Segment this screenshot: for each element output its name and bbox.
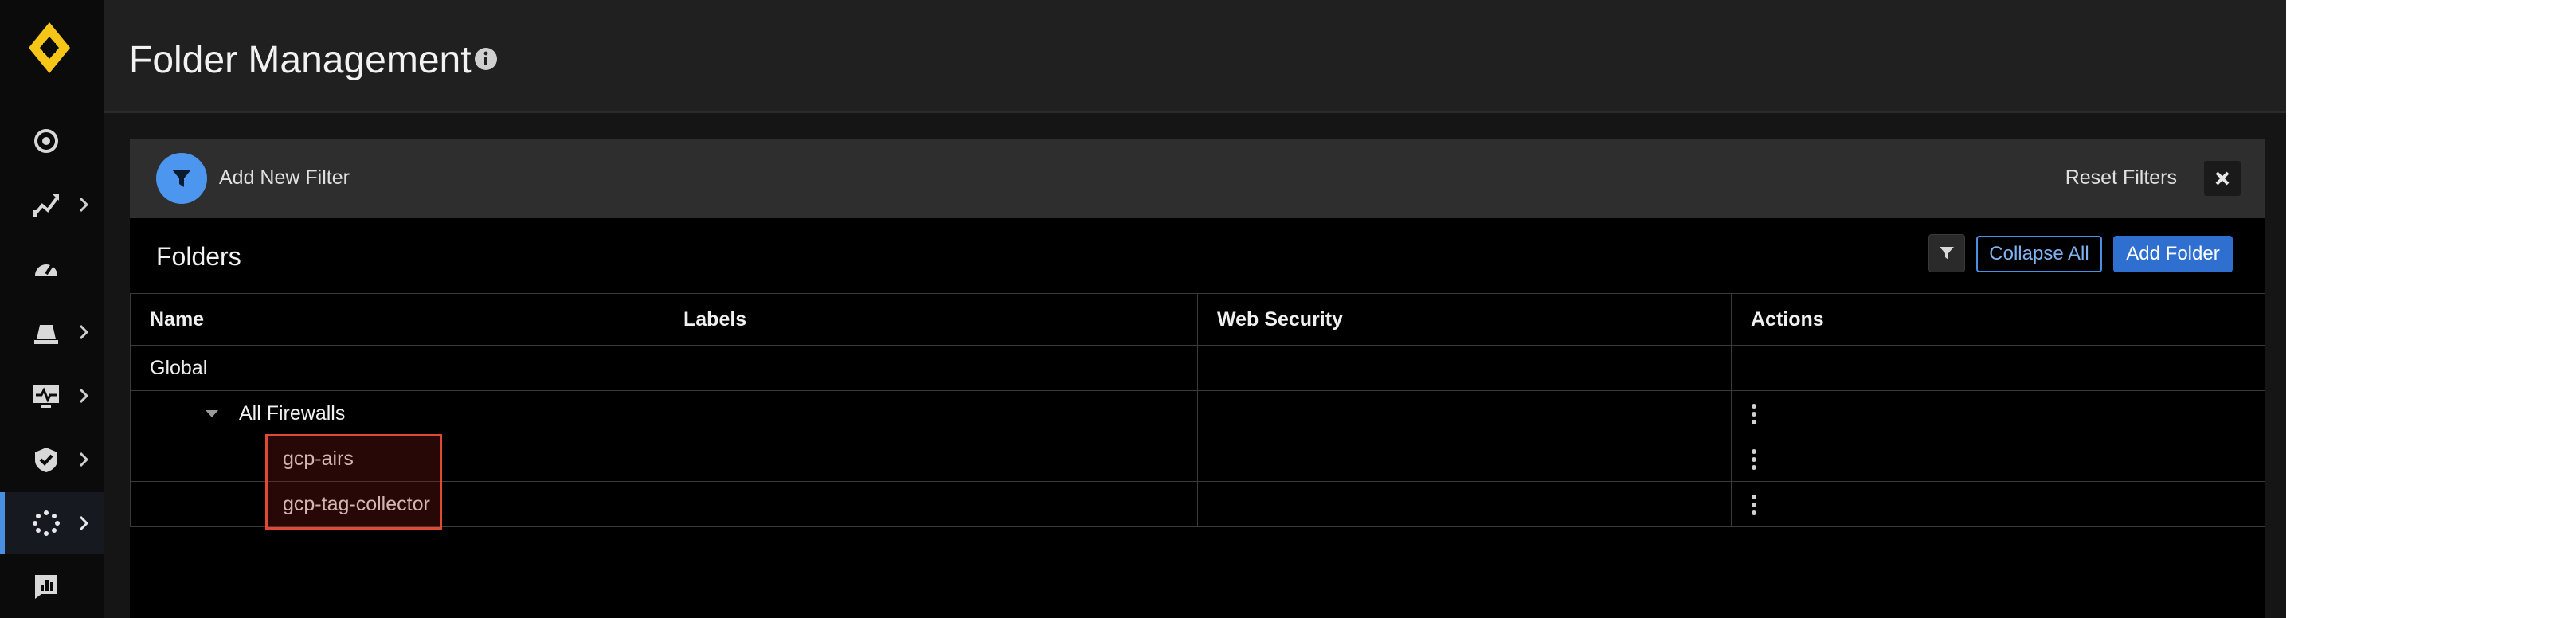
- add-filter-button[interactable]: [156, 153, 207, 204]
- prisma-logo[interactable]: [24, 19, 75, 76]
- nav-item-reports[interactable]: [0, 556, 104, 618]
- dashboard-icon: [35, 263, 57, 276]
- chevron-right-icon: [79, 197, 89, 213]
- nav-item-gauge[interactable]: [0, 237, 104, 299]
- chevron-right-icon: [79, 452, 89, 467]
- labels-cell: [664, 390, 1198, 436]
- settings-icon: [33, 510, 60, 536]
- folders-title: Folders: [156, 242, 241, 271]
- kebab-menu-icon[interactable]: [1751, 448, 1757, 471]
- folder-name[interactable]: All Firewalls: [239, 402, 345, 424]
- info-icon[interactable]: [474, 47, 498, 71]
- kebab-menu-icon[interactable]: [1751, 403, 1757, 425]
- labels-cell: [664, 481, 1198, 527]
- column-header-actions: Actions: [1731, 293, 2265, 346]
- chevron-right-icon: [79, 324, 89, 340]
- shield-icon: [35, 448, 57, 472]
- table-row[interactable]: gcp-tag-collector: [130, 481, 2265, 527]
- chevron-right-icon: [79, 515, 89, 531]
- selection-highlight-box: [265, 434, 442, 530]
- reports-icon: [35, 575, 57, 599]
- table-row[interactable]: All Firewalls: [130, 390, 2265, 436]
- folders-table: Name Labels Web Security Actions Global …: [130, 293, 2265, 527]
- table-header-row: Name Labels Web Security Actions: [130, 293, 2265, 346]
- monitor-icon: [33, 385, 59, 408]
- collapse-all-button[interactable]: Collapse All: [1976, 236, 2102, 272]
- actions-cell: [1731, 481, 2265, 527]
- filter-icon: [1940, 247, 1954, 260]
- chevron-right-icon: [79, 388, 89, 404]
- add-filter-label[interactable]: Add New Filter: [219, 166, 350, 190]
- target-icon: [34, 129, 58, 153]
- column-header-name[interactable]: Name: [130, 293, 664, 346]
- table-filter-button[interactable]: [1928, 234, 1965, 272]
- activity-icon: [33, 194, 59, 217]
- nav-item-dashboard[interactable]: [0, 110, 104, 172]
- nav-item-monitor[interactable]: [0, 365, 104, 427]
- page-title: Folder Management: [129, 39, 472, 81]
- column-header-labels[interactable]: Labels: [664, 293, 1198, 346]
- folder-name[interactable]: Global: [150, 357, 207, 379]
- table-row[interactable]: Global: [130, 345, 2265, 391]
- folders-panel: Folders Collapse All Add Folder Name Lab…: [130, 218, 2265, 618]
- table-row[interactable]: gcp-airs: [130, 436, 2265, 482]
- close-icon: [2215, 171, 2230, 186]
- close-filter-button[interactable]: [2204, 161, 2241, 196]
- labels-cell: [664, 436, 1198, 482]
- nav-item-security[interactable]: [0, 428, 104, 491]
- filter-bar: Add New Filter Reset Filters: [130, 139, 2265, 218]
- column-header-web-security[interactable]: Web Security: [1197, 293, 1732, 346]
- web-security-cell: [1197, 436, 1732, 482]
- reset-filters-link[interactable]: Reset Filters: [2065, 166, 2177, 190]
- nav-item-settings[interactable]: [0, 492, 104, 554]
- web-security-cell: [1197, 481, 1732, 527]
- filter-icon: [172, 170, 191, 187]
- nav-item-alerts[interactable]: [0, 301, 104, 363]
- app-window: Folder Management Add New Filter Reset F…: [0, 0, 2286, 618]
- nav-item-activity[interactable]: [0, 174, 104, 236]
- folder-name-cell[interactable]: All Firewalls: [130, 390, 664, 436]
- actions-cell: [1731, 390, 2265, 436]
- sidebar: [0, 0, 104, 618]
- caret-down-icon[interactable]: [206, 410, 218, 418]
- web-security-cell: [1197, 345, 1732, 391]
- folder-name-cell[interactable]: Global: [130, 345, 664, 391]
- web-security-cell: [1197, 390, 1732, 436]
- add-folder-button[interactable]: Add Folder: [2113, 236, 2233, 272]
- alarm-icon: [34, 325, 58, 344]
- kebab-menu-icon[interactable]: [1751, 494, 1757, 516]
- actions-cell: [1731, 345, 2265, 391]
- labels-cell: [664, 345, 1198, 391]
- actions-cell: [1731, 436, 2265, 482]
- page-header: Folder Management: [104, 0, 2286, 113]
